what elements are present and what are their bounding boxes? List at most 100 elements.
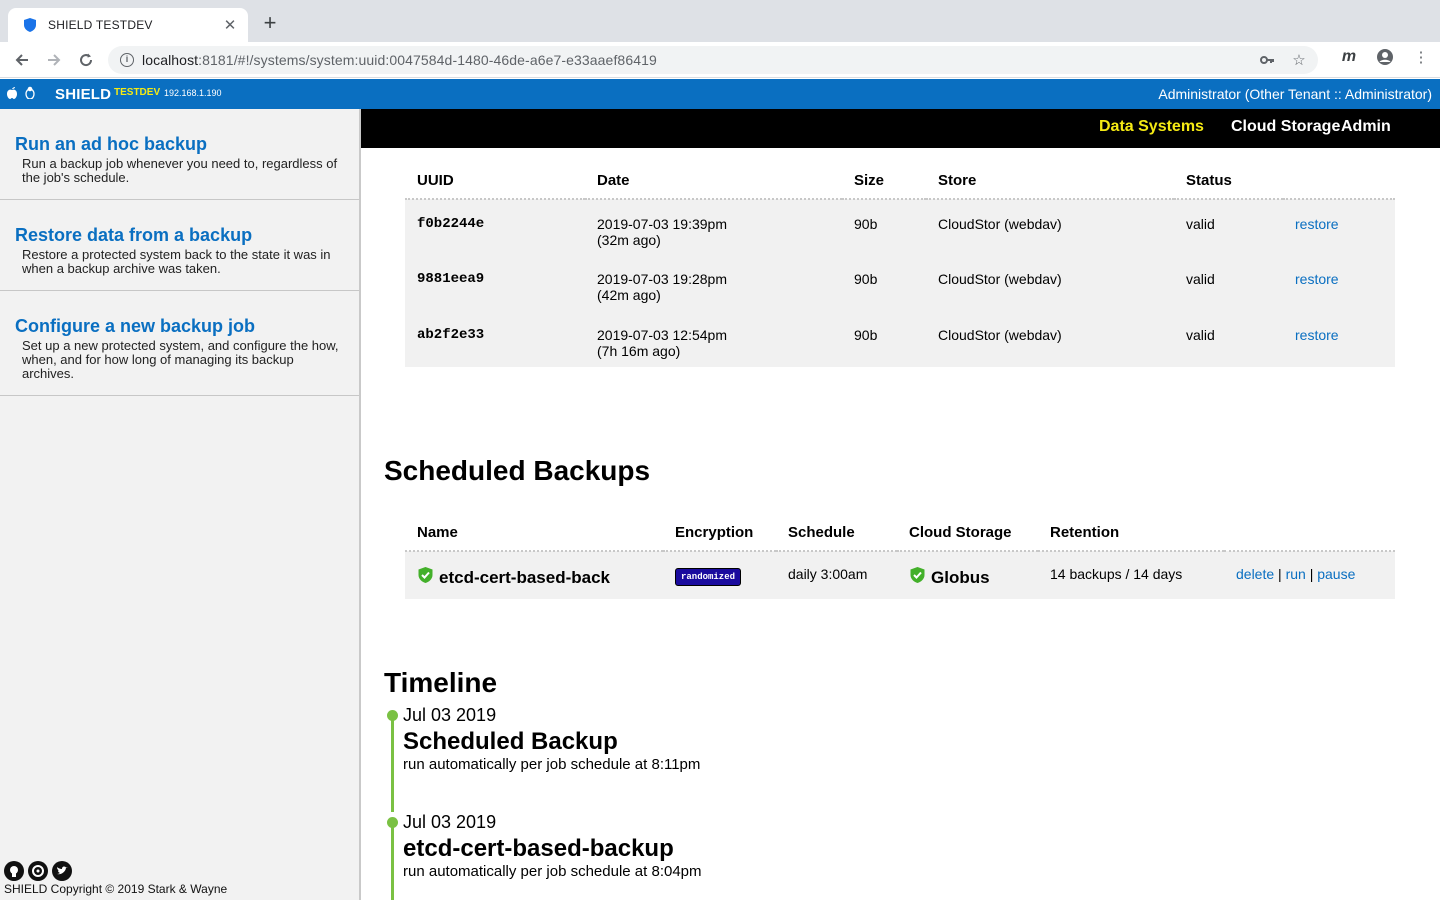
ip-address: 192.168.1.190: [164, 88, 222, 98]
archive-uuid: 9881eea9: [417, 271, 485, 287]
sidebar-item-restore[interactable]: Restore data from a backup Restore a pro…: [0, 200, 359, 291]
sidebar-item-title[interactable]: Restore data from a backup: [15, 226, 345, 244]
archive-store: CloudStor (webdav): [938, 216, 1062, 232]
delete-link[interactable]: delete: [1236, 566, 1274, 582]
timeline-line: [391, 827, 394, 900]
sidebar-item-configure-job[interactable]: Configure a new backup job Set up a new …: [0, 291, 359, 396]
environment-label: TESTDEV: [114, 87, 161, 98]
new-tab-icon[interactable]: +: [258, 12, 282, 36]
site-info-icon[interactable]: i: [120, 53, 134, 67]
timeline-item: Jul 03 2019 Scheduled Backup run automat…: [386, 705, 702, 812]
browser-tab[interactable]: SHIELD TESTDEV ✕: [8, 8, 248, 42]
column-header-uuid: UUID: [405, 163, 585, 200]
app-header: SHIELD TESTDEV 192.168.1.190 Administrat…: [0, 79, 1440, 109]
restore-link[interactable]: restore: [1295, 271, 1339, 287]
main-content: Data Systems Cloud Storage Admin UUID Da…: [361, 109, 1440, 900]
timeline-date: Jul 03 2019: [403, 812, 497, 832]
browser-toolbar: i localhost:8181/#!/systems/system:uuid:…: [0, 42, 1440, 78]
forward-icon[interactable]: [42, 48, 66, 72]
apple-icon: [6, 86, 18, 104]
user-menu[interactable]: Administrator (Other Tenant :: Administr…: [1158, 86, 1432, 102]
healthy-shield-check-icon: [417, 566, 434, 589]
timeline-date: Jul 03 2019: [403, 705, 497, 725]
sidebar-item-adhoc-backup[interactable]: Run an ad hoc backup Run a backup job wh…: [0, 109, 359, 200]
address-bar[interactable]: i localhost:8181/#!/systems/system:uuid:…: [108, 46, 1318, 74]
reload-icon[interactable]: [74, 48, 98, 72]
github-icon[interactable]: [4, 861, 24, 881]
sidebar-item-desc: Restore a protected system back to the s…: [22, 247, 331, 276]
column-header-name: Name: [405, 515, 663, 552]
brand-logo[interactable]: SHIELD: [55, 86, 111, 103]
nav-data-systems[interactable]: Data Systems: [1099, 118, 1204, 136]
top-navigation: Data Systems Cloud Storage Admin: [361, 109, 1440, 148]
job-schedule: daily 3:00am: [788, 566, 868, 582]
tab-title: SHIELD TESTDEV: [48, 18, 153, 32]
extension-icon[interactable]: m: [1340, 48, 1358, 66]
archive-status: valid: [1186, 327, 1215, 343]
tab-close-icon[interactable]: ✕: [222, 16, 238, 34]
table-row: etcd-cert-based-back randomized daily 3:…: [405, 551, 1395, 599]
social-links: [4, 861, 72, 881]
restore-link[interactable]: restore: [1295, 216, 1339, 232]
table-row: 9881eea9 2019-07-03 19:28pm (42m ago) 90b…: [405, 255, 1395, 311]
timeline: Jul 03 2019 Scheduled Backup run automat…: [386, 705, 702, 900]
nav-cloud-storage[interactable]: Cloud Storage: [1231, 118, 1340, 136]
table-row: f0b2244e 2019-07-03 19:39pm (32m ago) 90b…: [405, 199, 1395, 255]
job-retention: 14 backups / 14 days: [1050, 566, 1183, 582]
archive-status: valid: [1186, 216, 1215, 232]
sidebar: Run an ad hoc backup Run a backup job wh…: [0, 109, 361, 900]
archive-size: 90b: [854, 216, 878, 232]
timeline-desc: run automatically per job schedule at 8:…: [403, 863, 702, 880]
scheduled-backups-table: Name Encryption Schedule Cloud Storage R…: [405, 515, 1395, 599]
job-name[interactable]: etcd-cert-based-back: [439, 568, 610, 588]
column-header-retention: Retention: [1038, 515, 1224, 552]
key-icon[interactable]: [1258, 51, 1276, 69]
table-header-row: Name Encryption Schedule Cloud Storage R…: [405, 515, 1395, 552]
sidebar-item-title[interactable]: Run an ad hoc backup: [15, 135, 345, 153]
bookmark-star-icon[interactable]: ☆: [1290, 51, 1308, 69]
column-header-schedule: Schedule: [776, 515, 897, 552]
archive-date: 2019-07-03 19:28pm (42m ago): [597, 271, 727, 303]
timeline-title: Scheduled Backup: [403, 728, 618, 755]
concourse-icon[interactable]: [28, 861, 48, 881]
copyright-text: SHIELD Copyright © 2019 Stark & Wayne: [4, 882, 228, 896]
column-header-size: Size: [842, 163, 926, 200]
timeline-title: etcd-cert-based-backup: [403, 835, 674, 862]
archive-size: 90b: [854, 271, 878, 287]
column-header-encryption: Encryption: [663, 515, 776, 552]
sidebar-item-title[interactable]: Configure a new backup job: [15, 317, 345, 335]
table-row: ab2f2e33 2019-07-03 12:54pm (7h 16m ago) …: [405, 311, 1395, 367]
restore-link[interactable]: restore: [1295, 327, 1339, 343]
column-header-status: Status: [1174, 163, 1283, 200]
timeline-line: [391, 720, 394, 812]
pause-link[interactable]: pause: [1317, 566, 1355, 582]
archive-size: 90b: [854, 327, 878, 343]
linux-penguin-icon: [24, 86, 36, 104]
healthy-shield-check-icon: [909, 566, 926, 589]
nav-admin[interactable]: Admin: [1341, 118, 1391, 136]
column-header-cloud-storage: Cloud Storage: [897, 515, 1038, 552]
archive-store: CloudStor (webdav): [938, 327, 1062, 343]
timeline-item: Jul 03 2019 etcd-cert-based-backup run a…: [386, 812, 702, 900]
archive-uuid: f0b2244e: [417, 216, 485, 232]
back-icon[interactable]: [10, 48, 34, 72]
timeline-heading: Timeline: [384, 667, 498, 698]
column-header-date: Date: [585, 163, 842, 200]
url-text: localhost:8181/#!/systems/system:uuid:00…: [142, 52, 657, 68]
encryption-badge: randomized: [675, 568, 742, 586]
run-link[interactable]: run: [1286, 566, 1306, 582]
table-header-row: UUID Date Size Store Status: [405, 163, 1395, 200]
sidebar-item-desc: Run a backup job whenever you need to, r…: [22, 156, 338, 185]
twitter-icon[interactable]: [52, 861, 72, 881]
archive-date: 2019-07-03 19:39pm (32m ago): [597, 216, 727, 248]
archive-status: valid: [1186, 271, 1215, 287]
browser-menu-icon[interactable]: ⋮: [1412, 48, 1430, 66]
browser-tabstrip: SHIELD TESTDEV ✕ +: [0, 0, 1440, 42]
profile-avatar-icon[interactable]: [1376, 48, 1394, 66]
job-actions: delete | run | pause: [1236, 566, 1356, 582]
job-cloud-storage: Globus: [931, 567, 990, 587]
timeline-desc: run automatically per job schedule at 8:…: [403, 756, 701, 773]
scheduled-backups-heading: Scheduled Backups: [384, 455, 651, 486]
archives-table: UUID Date Size Store Status f0b2244e 201…: [405, 163, 1395, 367]
column-header-store: Store: [926, 163, 1174, 200]
